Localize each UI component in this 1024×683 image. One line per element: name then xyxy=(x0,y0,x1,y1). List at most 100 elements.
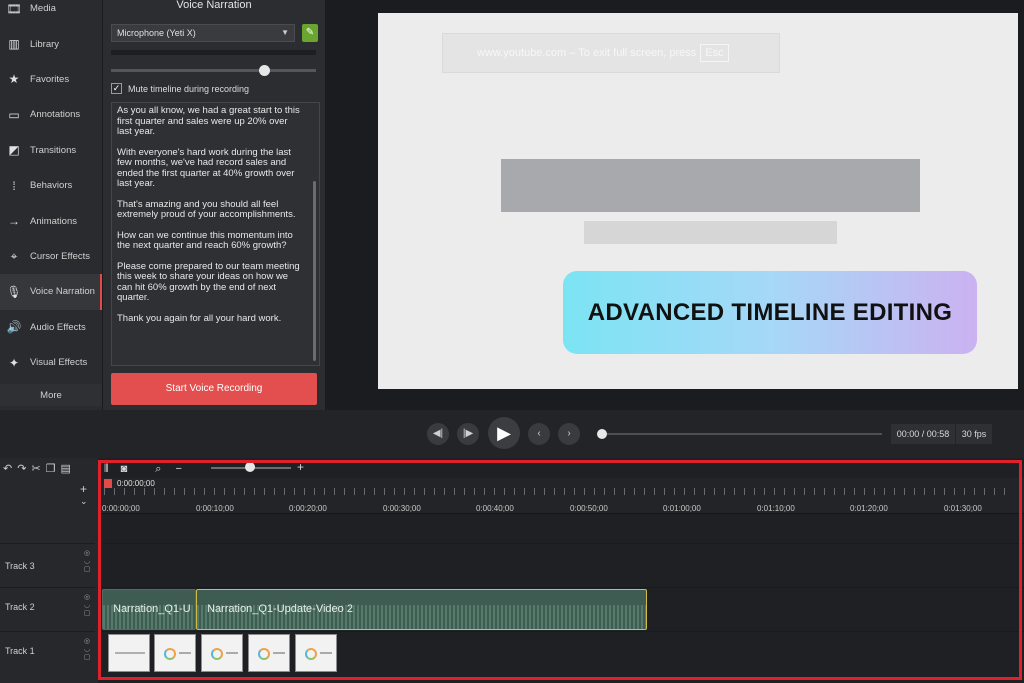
video-clip-thumbnail[interactable] xyxy=(248,634,290,672)
transition-icon: ◩ xyxy=(8,143,20,158)
sidebar-item-audio-effects[interactable]: 🔊 Audio Effects xyxy=(0,310,102,345)
volume-slider-knob[interactable] xyxy=(259,65,270,76)
track-header-2[interactable]: Track 2 ◎ ◡ ▢ xyxy=(0,587,95,631)
step-forward-button[interactable]: |▶ xyxy=(457,423,479,445)
tick-label: 0:01:30;00 xyxy=(944,504,982,513)
split-icon[interactable]: ⫴ xyxy=(104,463,109,476)
volume-slider[interactable] xyxy=(111,65,316,76)
track-controls-icon[interactable]: ◎ ◡ ▢ xyxy=(83,550,91,574)
sidebar-item-label: Media xyxy=(30,3,56,15)
chevron-right-icon: › xyxy=(567,428,571,439)
thumbnail-graphic xyxy=(211,648,223,660)
script-paragraph: That's amazing and you should all feel e… xyxy=(117,198,296,220)
thumbnail-graphic xyxy=(226,652,238,654)
chevron-left-icon: ‹ xyxy=(537,428,541,439)
thumbnail-graphic xyxy=(273,652,285,654)
sidebar-item-label: Behaviors xyxy=(30,180,73,192)
thumbnail-graphic xyxy=(305,648,317,660)
zoom-out-icon[interactable]: − xyxy=(175,463,181,475)
timeline: ⫴ ◙ ⌕ − + 0:00:00;00 0:00:00;00 0:00:10;… xyxy=(98,458,1024,683)
scrub-knob[interactable] xyxy=(597,429,607,439)
video-clip-thumbnail[interactable] xyxy=(154,634,196,672)
sidebar-item-annotations[interactable]: ▭ Annotations xyxy=(0,97,102,132)
time-display: 00:00 / 00:58 xyxy=(891,424,955,444)
track-header-1[interactable]: Track 1 ◎ ◡ ▢ xyxy=(0,631,95,675)
audio-clip-2[interactable]: Narration_Q1-Update-Video 2 xyxy=(196,589,647,630)
behavior-icon: ⁞ xyxy=(12,178,16,193)
mute-checkbox[interactable]: ✓ xyxy=(111,83,122,94)
cut-icon[interactable]: ✂ xyxy=(31,462,40,475)
sidebar-item-library[interactable]: ▥ Library xyxy=(0,26,102,61)
next-button[interactable]: › xyxy=(558,423,580,445)
play-button[interactable]: ▶ xyxy=(488,417,520,449)
speaker-icon: 🔊 xyxy=(6,320,22,335)
sidebar-item-visual-effects[interactable]: ✦ Visual Effects xyxy=(0,345,102,380)
zoom-icon[interactable]: ⌕ xyxy=(155,463,161,476)
tick-label: 0:01:10;00 xyxy=(757,504,795,513)
playhead-time: 0:00:00;00 xyxy=(117,479,155,488)
fullscreen-notice: www.youtube.com – To exit full screen, p… xyxy=(442,33,780,73)
script-paragraph: How can we continue this momentum into t… xyxy=(117,229,293,251)
sidebar-item-label: Annotations xyxy=(30,109,81,121)
video-clip-thumbnail[interactable] xyxy=(108,634,150,672)
mute-timeline-option[interactable]: ✓ Mute timeline during recording xyxy=(111,83,249,94)
sidebar-item-label: Favorites xyxy=(30,73,70,85)
sidebar-item-label: Library xyxy=(30,38,60,50)
more-button[interactable]: More xyxy=(0,384,102,407)
thumbnail-graphic xyxy=(164,648,176,660)
previous-button[interactable]: ‹ xyxy=(528,423,550,445)
track-header-3[interactable]: Track 3 ◎ ◡ ▢ xyxy=(0,543,95,587)
scrub-bar[interactable] xyxy=(600,433,882,435)
thumbnail-graphic xyxy=(115,652,145,654)
esc-key: Esc xyxy=(700,44,729,62)
tick-label: 0:00:40;00 xyxy=(476,504,514,513)
voice-narration-panel: Voice Narration Microphone (Yeti X) ▼ ✎ … xyxy=(103,0,326,410)
video-clip-thumbnail[interactable] xyxy=(201,634,243,672)
placeholder-block xyxy=(501,159,920,212)
tick-label: 0:00:00;00 xyxy=(102,504,140,513)
start-voice-recording-button[interactable]: Start Voice Recording xyxy=(111,373,317,405)
step-back-button[interactable]: ◀| xyxy=(427,423,449,445)
wand-icon: ✦ xyxy=(8,355,20,370)
track-controls-icon[interactable]: ◎ ◡ ▢ xyxy=(83,638,91,662)
placeholder-block xyxy=(584,221,837,244)
cursor-icon: ⌖ xyxy=(10,248,18,263)
thumbnail-graphic xyxy=(179,652,191,654)
microphone-select[interactable]: Microphone (Yeti X) ▼ xyxy=(111,24,295,42)
sidebar-item-media[interactable]: 🎞 Media xyxy=(0,0,102,26)
zoom-in-icon[interactable]: + xyxy=(297,460,304,474)
track-lane-3[interactable] xyxy=(102,543,1024,587)
sidebar-item-behaviors[interactable]: ⁞ Behaviors xyxy=(0,168,102,203)
tick-label: 0:01:20;00 xyxy=(850,504,888,513)
camera-icon[interactable]: ◙ xyxy=(121,463,128,475)
redo-icon[interactable]: ↷ xyxy=(17,462,26,475)
add-track-icon[interactable]: + xyxy=(80,482,87,496)
sidebar-item-favorites[interactable]: ★ Favorites xyxy=(0,62,102,97)
audio-clip-1[interactable]: Narration_Q1-U xyxy=(102,589,196,630)
playhead[interactable] xyxy=(104,479,112,488)
tick-label: 0:01:00;00 xyxy=(663,504,701,513)
sidebar-item-animations[interactable]: → Animations xyxy=(0,203,102,238)
video-clip-thumbnail[interactable] xyxy=(295,634,337,672)
fps-display[interactable]: 30 fps xyxy=(956,424,992,444)
time-ruler[interactable]: 0:00:00;00 0:00:00;00 0:00:10;00 0:00:20… xyxy=(98,478,1024,514)
track-label: Track 2 xyxy=(5,602,35,612)
title-badge: ADVANCED TIMELINE EDITING xyxy=(563,271,977,354)
sidebar-item-voice-narration[interactable]: 🎙 Voice Narration xyxy=(0,274,102,310)
sidebar-item-transitions[interactable]: ◩ Transitions xyxy=(0,133,102,168)
script-scrollbar[interactable] xyxy=(313,181,316,361)
star-icon: ★ xyxy=(8,72,20,87)
annotation-icon: ▭ xyxy=(8,107,20,122)
script-textarea[interactable]: As you all know, we had a great start to… xyxy=(111,102,320,366)
paste-icon[interactable]: ▤ xyxy=(61,462,71,475)
panel-title: Voice Narration xyxy=(176,0,252,11)
sidebar-item-cursor-effects[interactable]: ⌖ Cursor Effects xyxy=(0,239,102,274)
mic-settings-button[interactable]: ✎ xyxy=(302,24,318,42)
zoom-slider-knob[interactable] xyxy=(245,462,255,472)
undo-icon[interactable]: ↶ xyxy=(3,462,12,475)
script-paragraph: As you all know, we had a great start to… xyxy=(117,105,300,137)
chevron-down-icon[interactable]: ⌄ xyxy=(80,496,88,507)
copy-icon[interactable]: ❐ xyxy=(46,462,56,475)
track-controls-icon[interactable]: ◎ ◡ ▢ xyxy=(83,594,91,618)
track-label: Track 1 xyxy=(5,646,35,656)
